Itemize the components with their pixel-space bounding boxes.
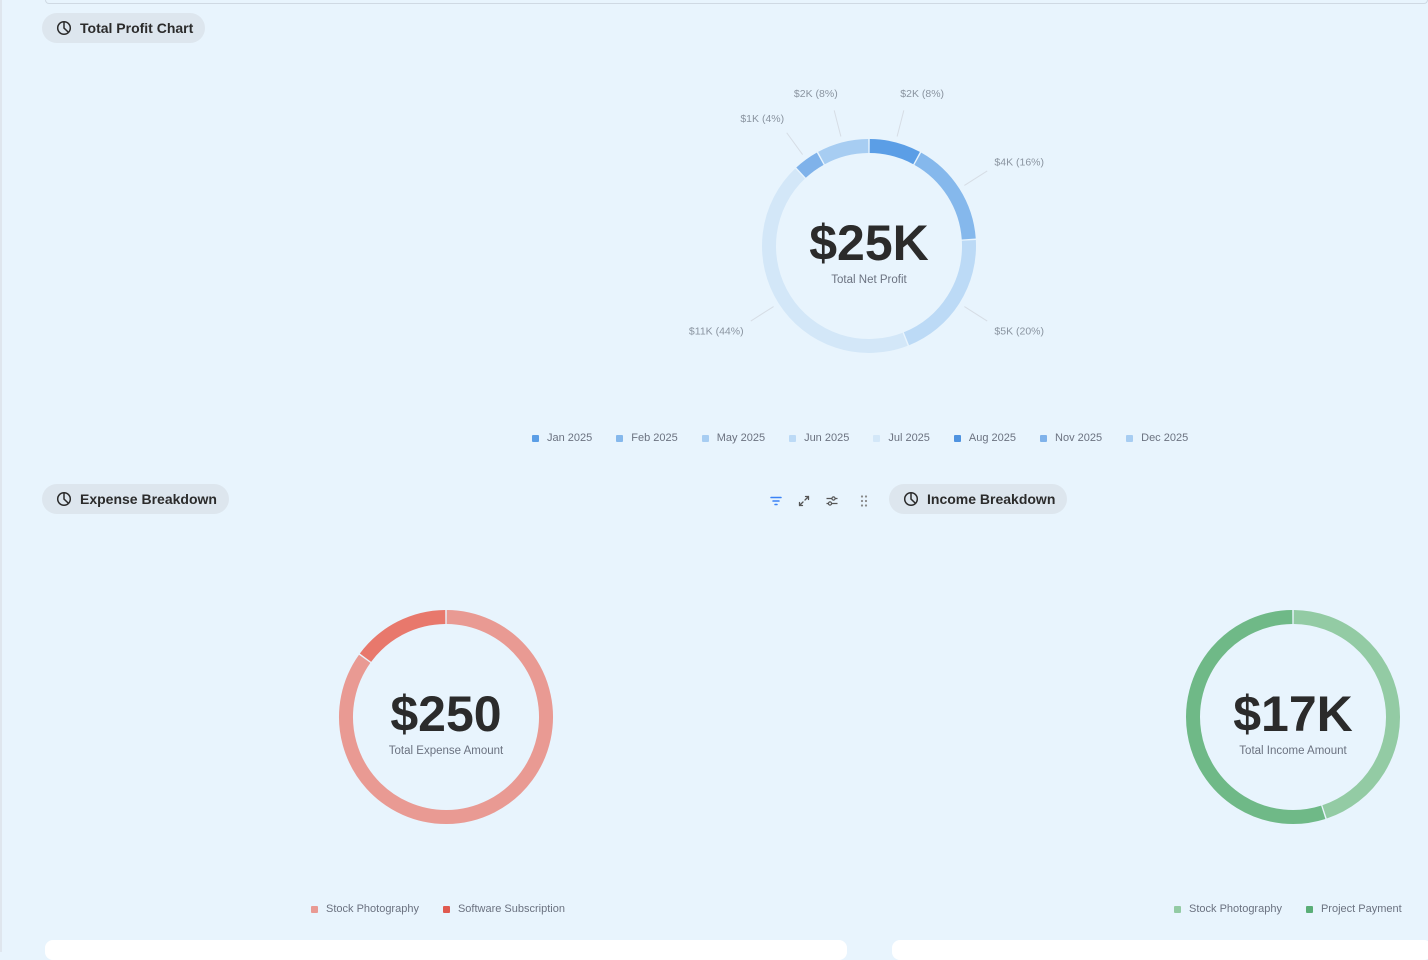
legend-label: Feb 2025 [631, 432, 678, 444]
legend-item[interactable]: Project Payment [1305, 903, 1402, 915]
legend-label: Project Payment [1320, 903, 1402, 915]
donut-center-value: $17K [1233, 686, 1353, 742]
legend-swatch [701, 434, 709, 442]
income-breakdown-chip[interactable]: Income Breakdown [889, 484, 1068, 514]
slice-value-label: $2K (8%) [900, 88, 944, 100]
legend-swatch [789, 434, 797, 442]
legend-swatch [1305, 905, 1313, 913]
expense-breakdown-title: Expense Breakdown [80, 491, 217, 507]
income-breakdown-title: Income Breakdown [927, 491, 1056, 507]
legend-label: Aug 2025 [968, 432, 1017, 444]
drag-handle-icon[interactable] [854, 491, 874, 511]
slice-value-label: $11K (44%) [689, 326, 744, 338]
slice-label-leader [896, 110, 905, 137]
legend-swatch [616, 434, 624, 442]
income-donut-chart: $17K Total Income Amount [1186, 610, 1401, 824]
legend-label: Dec 2025 [1141, 432, 1189, 444]
legend-item[interactable]: Stock Photography [1174, 903, 1282, 915]
expand-icon[interactable] [794, 491, 814, 511]
legend-item[interactable]: Nov 2025 [1040, 432, 1102, 444]
settings-sliders-icon[interactable] [822, 491, 842, 511]
slice-label-leader [964, 170, 988, 186]
legend-label: Software Subscription [457, 903, 565, 915]
slice-label-leader [750, 306, 774, 322]
profit-legend: Jan 2025 Feb 2025 May 2025 Jun 2025 Jul 2025… [532, 432, 1188, 444]
slice-value-label: $4K (16%) [994, 156, 1044, 168]
legend-label: Nov 2025 [1055, 432, 1103, 444]
legend-item[interactable]: Jun 2025 [789, 432, 849, 444]
income-legend: Stock Photography Project Payment [1174, 903, 1402, 915]
legend-swatch [873, 434, 881, 442]
slice-value-label: $1K (4%) [740, 113, 784, 125]
legend-label: Jun 2025 [804, 432, 850, 444]
filter-icon[interactable] [766, 491, 786, 511]
legend-swatch [1040, 434, 1048, 442]
donut-slice-nov-2025[interactable] [796, 152, 824, 178]
pie-chart-icon [56, 491, 72, 507]
donut-center-label: Total Net Profit [831, 274, 907, 286]
expense-breakdown-chip[interactable]: Expense Breakdown [42, 484, 229, 514]
legend-swatch [532, 434, 539, 442]
legend-label: Jan 2025 [547, 432, 593, 444]
total-profit-donut-chart: $2K (8%) $4K (16%) $5K (20%) $11K (44%) $1K … [689, 88, 1044, 353]
legend-item[interactable]: May 2025 [701, 432, 766, 444]
legend-label: Stock Photography [1189, 903, 1282, 915]
slice-label-leader [833, 110, 842, 137]
expense-legend: Stock Photography Software Subscription [311, 903, 565, 915]
legend-label: Stock Photography [326, 903, 419, 915]
legend-swatch [311, 905, 318, 913]
slice-value-label: $5K (20%) [994, 326, 1044, 338]
slice-label-leader [964, 306, 988, 322]
legend-swatch [442, 905, 450, 913]
legend-item[interactable]: Feb 2025 [616, 432, 678, 444]
legend-label: May 2025 [716, 432, 766, 444]
legend-item[interactable]: Stock Photography [311, 903, 419, 915]
legend-item[interactable]: Jul 2025 [873, 432, 930, 444]
pie-chart-icon [903, 491, 919, 507]
next-card-right [892, 940, 1428, 960]
legend-item[interactable]: Dec 2025 [1126, 432, 1188, 444]
next-card-left [45, 940, 847, 960]
donut-center-label: Total Income Amount [1239, 745, 1347, 757]
legend-item[interactable]: Jan 2025 [532, 432, 592, 444]
donut-slice-dec-2025[interactable] [818, 139, 869, 165]
donut-center-value: $25K [809, 215, 929, 271]
slice-value-label: $2K (8%) [794, 88, 838, 100]
legend-swatch [1126, 434, 1134, 442]
legend-label: Jul 2025 [888, 432, 930, 444]
legend-item[interactable]: Software Subscription [442, 903, 565, 915]
legend-swatch [953, 434, 961, 442]
chart-toolbar [766, 491, 882, 511]
slice-label-leader [786, 132, 803, 155]
legend-item[interactable]: Aug 2025 [953, 432, 1017, 444]
donut-slice-jan-2025[interactable] [869, 139, 920, 165]
legend-swatch [1174, 905, 1181, 913]
